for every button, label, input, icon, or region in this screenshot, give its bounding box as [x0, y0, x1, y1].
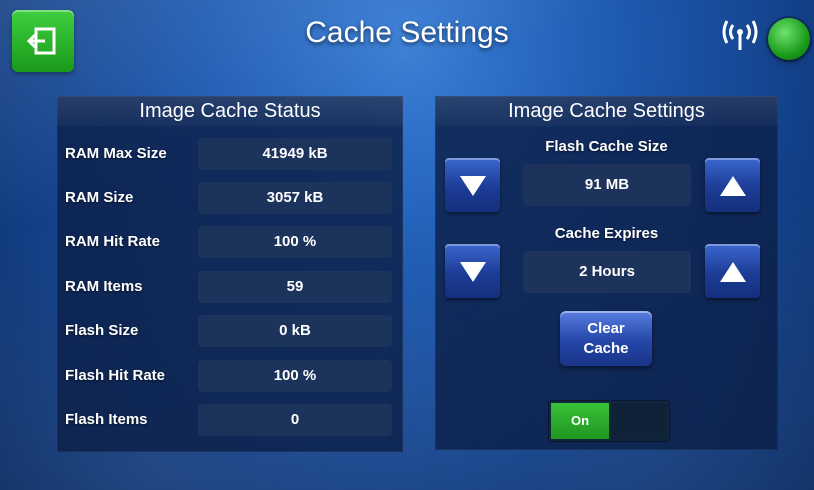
clear-cache-label-line1: Clear — [587, 320, 625, 337]
page-title: Cache Settings — [305, 16, 509, 49]
stat-label: RAM Max Size — [65, 145, 167, 162]
flash-cache-size-value: 91 MB — [523, 164, 691, 206]
stat-label: RAM Size — [65, 189, 134, 206]
stat-value: 0 — [198, 404, 392, 436]
stat-value: 100 % — [198, 360, 392, 392]
image-cache-status-panel: Image Cache Status RAM Max Size 41949 kB… — [57, 96, 403, 452]
arrow-up-icon — [719, 176, 746, 196]
stat-value: 41949 kB — [198, 138, 392, 170]
wireless-signal-icon — [722, 20, 758, 50]
stat-row-ram-size: RAM Size 3057 kB — [57, 180, 403, 216]
settings-panel-title: Image Cache Settings — [435, 96, 778, 126]
cache-expires-increase-button[interactable] — [705, 244, 760, 298]
clear-cache-button[interactable]: Clear Cache — [560, 311, 652, 366]
stat-label: RAM Items — [65, 278, 143, 295]
toggle-off-area — [611, 403, 667, 439]
arrow-up-icon — [719, 262, 746, 282]
stat-value: 59 — [198, 271, 392, 303]
stat-label: Flash Size — [65, 322, 139, 339]
cache-expires-decrease-button[interactable] — [445, 244, 500, 298]
cache-enable-toggle[interactable]: On — [549, 401, 669, 441]
clear-cache-label-line2: Cache — [583, 340, 629, 357]
toggle-on-label: On — [551, 403, 609, 439]
arrow-down-icon — [459, 176, 486, 196]
stat-row-ram-hit-rate: RAM Hit Rate 100 % — [57, 224, 403, 260]
stat-label: Flash Items — [65, 411, 148, 428]
stat-value: 0 kB — [198, 315, 392, 347]
cache-expires-label: Cache Expires — [554, 225, 659, 242]
cache-expires-value: 2 Hours — [523, 251, 691, 293]
stat-value: 100 % — [198, 226, 392, 258]
flash-cache-size-increase-button[interactable] — [705, 158, 760, 212]
stat-row-ram-items: RAM Items 59 — [57, 269, 403, 305]
stat-row-ram-max-size: RAM Max Size 41949 kB — [57, 136, 403, 172]
stat-row-flash-hit-rate: Flash Hit Rate 100 % — [57, 358, 403, 394]
status-panel-title: Image Cache Status — [57, 96, 403, 126]
image-cache-settings-panel: Image Cache Settings Flash Cache Size 91… — [435, 96, 778, 450]
stat-row-flash-items: Flash Items 0 — [57, 402, 403, 438]
stat-label: Flash Hit Rate — [65, 367, 166, 384]
stat-label: RAM Hit Rate — [65, 233, 161, 250]
arrow-down-icon — [459, 262, 486, 282]
connection-status-led — [768, 18, 810, 60]
flash-cache-size-label: Flash Cache Size — [545, 138, 668, 155]
stat-row-flash-size: Flash Size 0 kB — [57, 313, 403, 349]
stat-value: 3057 kB — [198, 182, 392, 214]
flash-cache-size-decrease-button[interactable] — [445, 158, 500, 212]
